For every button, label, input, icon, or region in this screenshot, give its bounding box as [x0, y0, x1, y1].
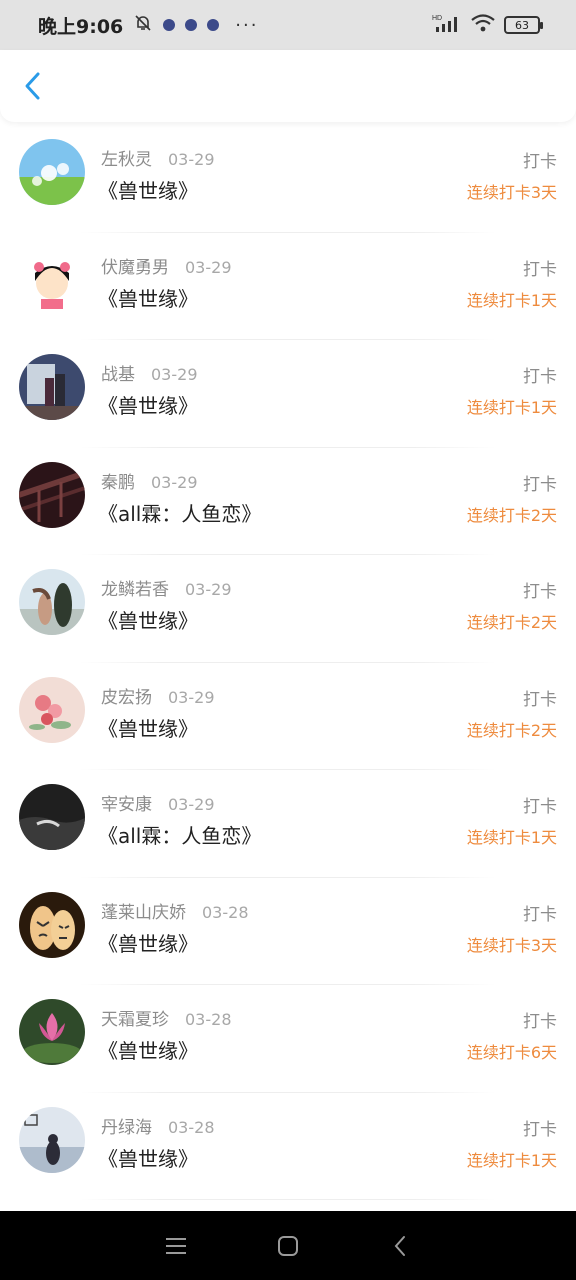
checkin-date: 03-29	[168, 150, 215, 169]
checkin-label: 打卡	[523, 474, 557, 495]
book-title[interactable]: 《兽世缘》	[98, 175, 198, 204]
checkin-date: 03-28	[168, 1117, 215, 1137]
app-notification-icon	[207, 19, 220, 31]
couple-photo-avatar[interactable]	[19, 354, 85, 420]
app-notification-icon	[163, 19, 176, 31]
dandelion-avatar[interactable]	[19, 139, 85, 205]
streak-label: 连续打卡6天	[466, 1043, 557, 1062]
book-title[interactable]: 《兽世缘》	[98, 1143, 198, 1172]
status-bar: 晚上9:06 ··· HD 63	[0, 0, 576, 50]
user-name: 丹绿海	[101, 1117, 152, 1138]
more-notifications-indicator: ···	[235, 14, 259, 36]
menu-icon[interactable]	[161, 1231, 191, 1261]
checkin-date: 03-29	[168, 795, 215, 814]
checkin-label: 打卡	[523, 689, 557, 710]
checkin-date: 03-29	[185, 257, 232, 277]
dancing-couple-avatar[interactable]	[19, 569, 85, 635]
user-name: 伏魔勇男	[101, 257, 169, 278]
status-time: 晚上9:06	[38, 15, 124, 38]
streak-label: 连续打卡1天	[466, 398, 557, 417]
book-title[interactable]: 《兽世缘》	[98, 283, 198, 312]
list-item[interactable]: 丹绿海 03-28 《兽世缘》 打卡 连续打卡1天	[0, 1093, 576, 1200]
book-title[interactable]: 《兽世缘》	[98, 713, 198, 742]
chevron-left-icon[interactable]	[18, 66, 46, 106]
checkin-date: 03-29	[151, 472, 198, 492]
list-item[interactable]: 皮宏扬 03-29 《兽世缘》 打卡 连续打卡2天	[0, 663, 576, 770]
book-title[interactable]: 《兽世缘》	[98, 1035, 198, 1064]
book-title[interactable]: 《all霖：人鱼恋》	[98, 820, 261, 849]
railing-photo-avatar[interactable]	[19, 461, 85, 528]
user-name: 宰安康	[101, 795, 152, 815]
app-notification-icon	[185, 19, 198, 31]
checkin-label: 打卡	[523, 259, 557, 280]
checkin-date: 03-28	[202, 902, 249, 922]
home-icon[interactable]	[273, 1231, 303, 1261]
list-item[interactable]: 伏魔勇男 03-29 《兽世缘》 打卡 连续打卡1天	[0, 233, 576, 340]
user-name: 天霜夏珍	[101, 1010, 169, 1030]
streak-label: 连续打卡2天	[466, 505, 557, 525]
checkin-date: 03-28	[185, 1010, 232, 1029]
checkin-label: 打卡	[523, 1012, 557, 1032]
list-item[interactable]: 龙鳞若香 03-29 《兽世缘》 打卡 连续打卡2天	[0, 555, 576, 663]
user-name: 战基	[101, 365, 135, 385]
checkin-label: 打卡	[523, 797, 557, 817]
checkin-label: 打卡	[523, 152, 557, 172]
back-icon[interactable]	[385, 1231, 415, 1261]
signal-icon: HD	[432, 13, 462, 37]
battery-indicator: 63	[504, 16, 543, 34]
cartoon-girl-avatar[interactable]	[19, 246, 85, 313]
streak-label: 连续打卡3天	[466, 935, 557, 955]
book-title[interactable]: 《兽世缘》	[98, 928, 198, 957]
streak-label: 连续打卡1天	[466, 1150, 557, 1170]
list-item[interactable]: 左秋灵 03-29 《兽世缘》 打卡 连续打卡3天	[0, 125, 576, 233]
streak-label: 连续打卡2天	[466, 613, 557, 632]
book-title[interactable]: 《all霖：人鱼恋》	[98, 498, 261, 527]
network-type-label: HD	[432, 15, 442, 22]
checkin-list: 左秋灵 03-29 《兽世缘》 打卡 连续打卡3天 伏魔勇男 03-29 《兽世…	[0, 125, 576, 1200]
book-title[interactable]: 《兽世缘》	[98, 390, 198, 419]
checkin-date: 03-29	[185, 580, 232, 599]
checkin-date: 03-29	[151, 365, 198, 384]
streak-label: 连续打卡3天	[466, 183, 557, 202]
streak-label: 连续打卡1天	[466, 828, 557, 847]
wifi-icon	[470, 13, 496, 37]
user-name: 龙鳞若香	[101, 580, 169, 600]
checkin-label: 打卡	[523, 904, 557, 925]
user-name: 皮宏扬	[101, 687, 152, 708]
divider	[80, 1199, 496, 1200]
user-name: 秦鹏	[101, 472, 135, 493]
checkin-date: 03-29	[168, 687, 215, 707]
book-title[interactable]: 《兽世缘》	[98, 605, 198, 634]
system-nav-bar	[0, 1211, 576, 1280]
list-item[interactable]: 蓬莱山庆娇 03-28 《兽世缘》 打卡 连续打卡3天	[0, 878, 576, 985]
user-name: 蓬莱山庆娇	[101, 902, 186, 923]
list-item[interactable]: 宰安康 03-29 《all霖：人鱼恋》 打卡 连续打卡1天	[0, 770, 576, 878]
checkin-label: 打卡	[523, 367, 557, 387]
checkin-label: 打卡	[523, 582, 557, 602]
ocean-wave-avatar[interactable]	[19, 784, 85, 850]
user-name: 左秋灵	[101, 150, 152, 170]
list-item[interactable]: 战基 03-29 《兽世缘》 打卡 连续打卡1天	[0, 340, 576, 448]
top-nav-bar	[0, 50, 576, 122]
list-item[interactable]: 秦鹏 03-29 《all霖：人鱼恋》 打卡 连续打卡2天	[0, 448, 576, 555]
seaside-girl-avatar[interactable]	[19, 1106, 85, 1173]
streak-label: 连续打卡1天	[466, 290, 557, 310]
finger-faces-avatar[interactable]	[19, 891, 85, 958]
mute-bell-icon	[133, 13, 153, 37]
flowers-avatar[interactable]	[19, 676, 85, 743]
streak-label: 连续打卡2天	[466, 720, 557, 740]
list-item[interactable]: 天霜夏珍 03-28 《兽世缘》 打卡 连续打卡6天	[0, 985, 576, 1093]
checkin-label: 打卡	[523, 1119, 557, 1140]
lotus-avatar[interactable]	[19, 999, 85, 1065]
